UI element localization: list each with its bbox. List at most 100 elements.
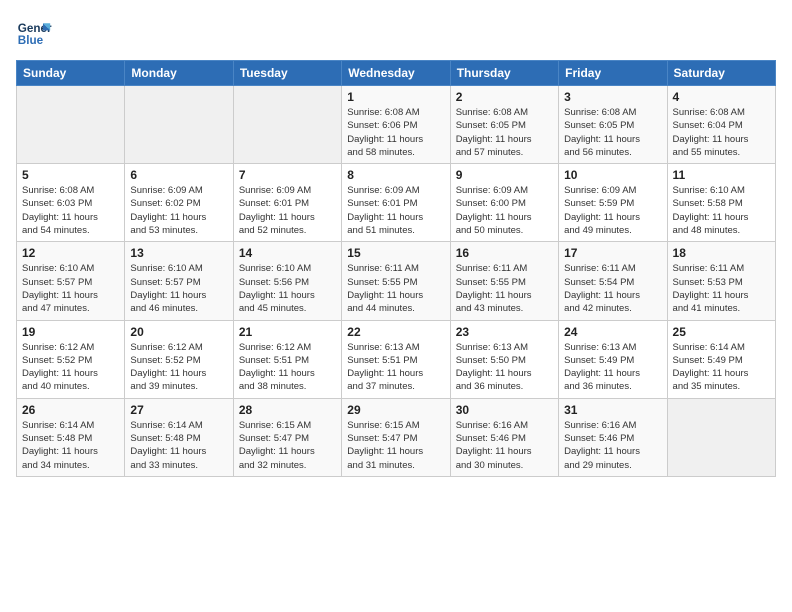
day-info: Sunrise: 6:08 AM Sunset: 6:05 PM Dayligh… — [564, 106, 661, 159]
calendar-week-row: 5Sunrise: 6:08 AM Sunset: 6:03 PM Daylig… — [17, 164, 776, 242]
day-number: 19 — [22, 325, 119, 339]
day-number: 25 — [673, 325, 770, 339]
day-number: 13 — [130, 246, 227, 260]
day-number: 17 — [564, 246, 661, 260]
day-number: 27 — [130, 403, 227, 417]
calendar-cell: 12 Sunrise: 6:10 AM Sunset: 5:57 PM Dayli… — [17, 242, 125, 320]
calendar-cell: 16 Sunrise: 6:11 AM Sunset: 5:55 PM Dayli… — [450, 242, 558, 320]
day-info: Sunrise: 6:13 AM Sunset: 5:50 PM Dayligh… — [456, 341, 553, 394]
calendar-cell: 25Sunrise: 6:14 AM Sunset: 5:49 PM Dayli… — [667, 320, 775, 398]
weekday-header: Wednesday — [342, 61, 450, 86]
day-info: Sunrise: 6:11 AM Sunset: 5:54 PM Dayligh… — [564, 262, 661, 315]
svg-text:Blue: Blue — [18, 34, 44, 47]
day-number: 26 — [22, 403, 119, 417]
day-info: Sunrise: 6:15 AM Sunset: 5:47 PM Dayligh… — [239, 419, 336, 472]
calendar-cell: 24 Sunrise: 6:13 AM Sunset: 5:49 PM Dayli… — [559, 320, 667, 398]
day-info: Sunrise: 6:11 AM Sunset: 5:55 PM Dayligh… — [347, 262, 444, 315]
day-info: Sunrise: 6:09 AM Sunset: 6:00 PM Dayligh… — [456, 184, 553, 237]
day-info: Sunrise: 6:12 AM Sunset: 5:51 PM Dayligh… — [239, 341, 336, 394]
calendar-cell: 11 Sunrise: 6:10 AM Sunset: 5:58 PM Dayli… — [667, 164, 775, 242]
day-number: 29 — [347, 403, 444, 417]
calendar-cell: 19 Sunrise: 6:12 AM Sunset: 5:52 PM Dayli… — [17, 320, 125, 398]
day-info: Sunrise: 6:11 AM Sunset: 5:55 PM Dayligh… — [456, 262, 553, 315]
calendar-cell: 23 Sunrise: 6:13 AM Sunset: 5:50 PM Dayli… — [450, 320, 558, 398]
day-info: Sunrise: 6:09 AM Sunset: 6:02 PM Dayligh… — [130, 184, 227, 237]
day-number: 2 — [456, 90, 553, 104]
day-number: 8 — [347, 168, 444, 182]
calendar-cell: 26Sunrise: 6:14 AM Sunset: 5:48 PM Dayli… — [17, 398, 125, 476]
calendar-cell — [667, 398, 775, 476]
day-info: Sunrise: 6:10 AM Sunset: 5:56 PM Dayligh… — [239, 262, 336, 315]
page-header: General Blue — [16, 16, 776, 52]
day-number: 30 — [456, 403, 553, 417]
weekday-header: Thursday — [450, 61, 558, 86]
calendar-cell: 20 Sunrise: 6:12 AM Sunset: 5:52 PM Dayli… — [125, 320, 233, 398]
calendar-table: SundayMondayTuesdayWednesdayThursdayFrid… — [16, 60, 776, 477]
calendar-cell: 10 Sunrise: 6:09 AM Sunset: 5:59 PM Dayli… — [559, 164, 667, 242]
calendar-cell: 8Sunrise: 6:09 AM Sunset: 6:01 PM Daylig… — [342, 164, 450, 242]
day-info: Sunrise: 6:08 AM Sunset: 6:05 PM Dayligh… — [456, 106, 553, 159]
day-info: Sunrise: 6:08 AM Sunset: 6:04 PM Dayligh… — [673, 106, 770, 159]
calendar-cell: 28 Sunrise: 6:15 AM Sunset: 5:47 PM Dayli… — [233, 398, 341, 476]
calendar-cell: 21Sunrise: 6:12 AM Sunset: 5:51 PM Dayli… — [233, 320, 341, 398]
day-number: 16 — [456, 246, 553, 260]
calendar-cell — [17, 86, 125, 164]
day-info: Sunrise: 6:15 AM Sunset: 5:47 PM Dayligh… — [347, 419, 444, 472]
day-number: 28 — [239, 403, 336, 417]
day-number: 23 — [456, 325, 553, 339]
calendar-cell: 5Sunrise: 6:08 AM Sunset: 6:03 PM Daylig… — [17, 164, 125, 242]
day-number: 6 — [130, 168, 227, 182]
day-info: Sunrise: 6:11 AM Sunset: 5:53 PM Dayligh… — [673, 262, 770, 315]
weekday-header: Monday — [125, 61, 233, 86]
calendar-cell: 1Sunrise: 6:08 AM Sunset: 6:06 PM Daylig… — [342, 86, 450, 164]
calendar-cell — [233, 86, 341, 164]
logo: General Blue — [16, 16, 52, 52]
day-number: 9 — [456, 168, 553, 182]
day-number: 24 — [564, 325, 661, 339]
day-info: Sunrise: 6:16 AM Sunset: 5:46 PM Dayligh… — [456, 419, 553, 472]
day-number: 12 — [22, 246, 119, 260]
day-number: 20 — [130, 325, 227, 339]
day-info: Sunrise: 6:13 AM Sunset: 5:51 PM Dayligh… — [347, 341, 444, 394]
day-number: 11 — [673, 168, 770, 182]
day-info: Sunrise: 6:14 AM Sunset: 5:48 PM Dayligh… — [130, 419, 227, 472]
day-number: 14 — [239, 246, 336, 260]
day-number: 18 — [673, 246, 770, 260]
calendar-cell: 9 Sunrise: 6:09 AM Sunset: 6:00 PM Daylig… — [450, 164, 558, 242]
calendar-cell: 22 Sunrise: 6:13 AM Sunset: 5:51 PM Dayli… — [342, 320, 450, 398]
day-info: Sunrise: 6:10 AM Sunset: 5:57 PM Dayligh… — [22, 262, 119, 315]
calendar-week-row: 26 Sunrise: 6:14 AM Sunset: 5:48 PM Dayli… — [17, 398, 776, 476]
day-number: 1 — [347, 90, 444, 104]
calendar-cell: 27 Sunrise: 6:14 AM Sunset: 5:48 PM Dayli… — [125, 398, 233, 476]
logo-icon: General Blue — [16, 16, 52, 52]
calendar-cell: 6 Sunrise: 6:09 AM Sunset: 6:02 PM Daylig… — [125, 164, 233, 242]
day-number: 10 — [564, 168, 661, 182]
calendar-cell: 17 Sunrise: 6:11 AM Sunset: 5:54 PM Dayli… — [559, 242, 667, 320]
weekday-header: Tuesday — [233, 61, 341, 86]
day-info: Sunrise: 6:12 AM Sunset: 5:52 PM Dayligh… — [22, 341, 119, 394]
calendar-cell — [125, 86, 233, 164]
weekday-header: Friday — [559, 61, 667, 86]
day-info: Sunrise: 6:12 AM Sunset: 5:52 PM Dayligh… — [130, 341, 227, 394]
day-number: 15 — [347, 246, 444, 260]
day-info: Sunrise: 6:16 AM Sunset: 5:46 PM Dayligh… — [564, 419, 661, 472]
day-number: 31 — [564, 403, 661, 417]
day-info: Sunrise: 6:08 AM Sunset: 6:03 PM Dayligh… — [22, 184, 119, 237]
weekday-header: Sunday — [17, 61, 125, 86]
calendar-week-row: 1Sunrise: 6:08 AM Sunset: 6:06 PM Daylig… — [17, 86, 776, 164]
day-info: Sunrise: 6:09 AM Sunset: 5:59 PM Dayligh… — [564, 184, 661, 237]
calendar-cell: 14 Sunrise: 6:10 AM Sunset: 5:56 PM Dayli… — [233, 242, 341, 320]
day-number: 22 — [347, 325, 444, 339]
calendar-cell: 7Sunrise: 6:09 AM Sunset: 6:01 PM Daylig… — [233, 164, 341, 242]
calendar-cell: 31 Sunrise: 6:16 AM Sunset: 5:46 PM Dayli… — [559, 398, 667, 476]
day-number: 7 — [239, 168, 336, 182]
calendar-cell: 29 Sunrise: 6:15 AM Sunset: 5:47 PM Dayli… — [342, 398, 450, 476]
calendar-cell: 13Sunrise: 6:10 AM Sunset: 5:57 PM Dayli… — [125, 242, 233, 320]
weekday-header: Saturday — [667, 61, 775, 86]
calendar-cell: 30 Sunrise: 6:16 AM Sunset: 5:46 PM Dayli… — [450, 398, 558, 476]
day-info: Sunrise: 6:13 AM Sunset: 5:49 PM Dayligh… — [564, 341, 661, 394]
day-number: 4 — [673, 90, 770, 104]
day-info: Sunrise: 6:10 AM Sunset: 5:58 PM Dayligh… — [673, 184, 770, 237]
calendar-week-row: 19 Sunrise: 6:12 AM Sunset: 5:52 PM Dayli… — [17, 320, 776, 398]
calendar-cell: 2 Sunrise: 6:08 AM Sunset: 6:05 PM Daylig… — [450, 86, 558, 164]
